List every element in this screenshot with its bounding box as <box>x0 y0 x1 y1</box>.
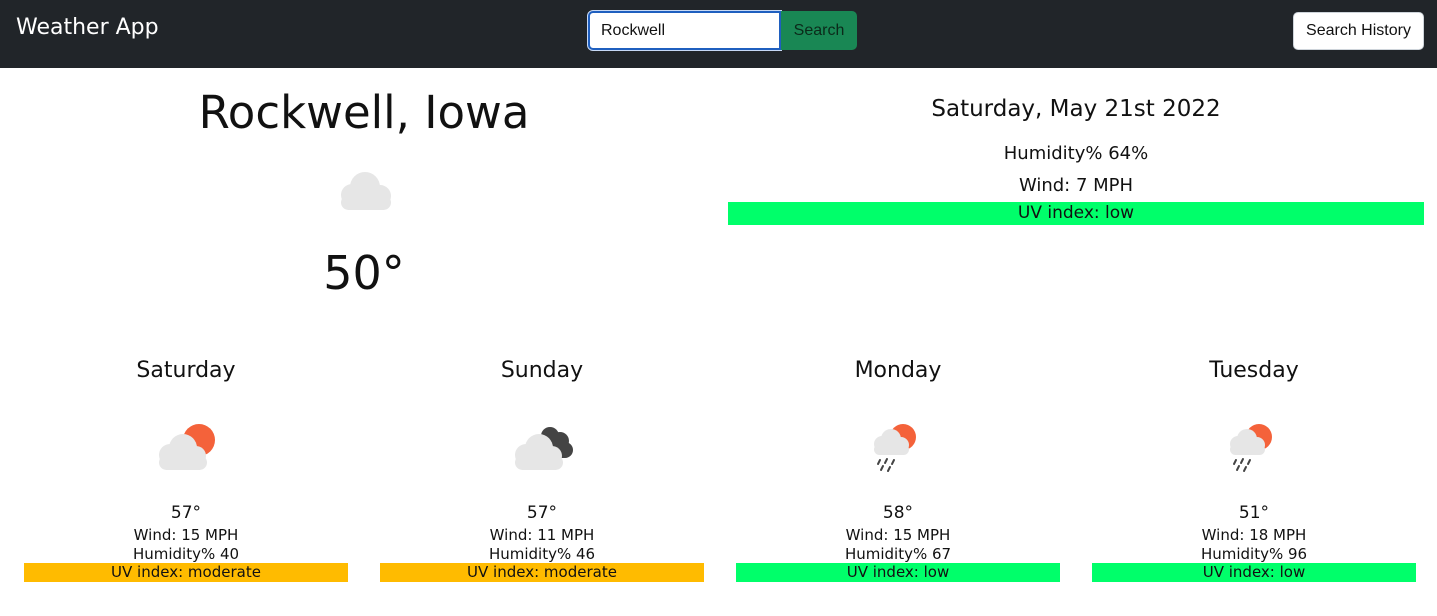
current-uv-index: UV index: low <box>728 202 1424 225</box>
forecast-temperature: 51° <box>1238 503 1270 523</box>
forecast-uv-index: UV index: moderate <box>24 563 348 582</box>
current-wind: Wind: 7 MPH <box>1018 175 1134 196</box>
search-history-button[interactable]: Search History <box>1293 12 1424 50</box>
current-date: Saturday, May 21st 2022 <box>931 96 1221 122</box>
forecast-uv-index: UV index: low <box>736 563 1060 582</box>
rain-sun-icon <box>1219 422 1289 474</box>
forecast-day: Tuesday <box>1209 358 1299 383</box>
forecast-wind: Wind: 11 MPH <box>489 526 595 544</box>
partly-cloudy-sun-icon <box>151 422 221 474</box>
forecast-temperature: 57° <box>170 503 202 523</box>
forecast-temperature: 57° <box>526 503 558 523</box>
forecast-day: Monday <box>854 358 942 383</box>
rain-sun-icon <box>863 422 933 474</box>
forecast-uv-index: UV index: moderate <box>380 563 704 582</box>
current-temperature: 50° <box>323 246 405 300</box>
app-brand[interactable]: Weather App <box>16 15 159 40</box>
navbar: Weather App Search Search History <box>0 0 1437 68</box>
forecast-wind: Wind: 15 MPH <box>133 526 239 544</box>
forecast-day: Sunday <box>500 358 584 383</box>
forecast-wind: Wind: 18 MPH <box>1201 526 1307 544</box>
forecast-humidity: Humidity% 46 <box>488 545 596 563</box>
forecast-card-sunday: Sunday 57° Wind: 11 MPH Humidity% 46 UV … <box>380 358 704 584</box>
forecast-card-saturday: Saturday 57° Wind: 15 MPH Humidity% 40 U… <box>24 358 348 584</box>
cloud-icon <box>332 168 396 214</box>
forecast-humidity: Humidity% 96 <box>1200 545 1308 563</box>
forecast-wind: Wind: 15 MPH <box>845 526 951 544</box>
forecast-humidity: Humidity% 67 <box>844 545 952 563</box>
forecast-uv-index: UV index: low <box>1092 563 1416 582</box>
forecast-card-tuesday: Tuesday 51° Wind: 18 MPH Humidity% 96 UV… <box>1092 358 1416 584</box>
forecast-card-monday: Monday 58° Wind: 15 MPH Humidity% 67 UV … <box>736 358 1060 584</box>
search-input[interactable] <box>588 11 781 50</box>
forecast-humidity: Humidity% 40 <box>132 545 240 563</box>
city-name: Rockwell, Iowa <box>198 86 530 139</box>
forecast-day: Saturday <box>136 358 236 383</box>
search-form: Search <box>588 11 857 50</box>
search-button[interactable]: Search <box>781 11 857 50</box>
forecast-temperature: 58° <box>882 503 914 523</box>
dark-clouds-icon <box>507 422 577 474</box>
current-humidity: Humidity% 64% <box>1003 143 1149 164</box>
